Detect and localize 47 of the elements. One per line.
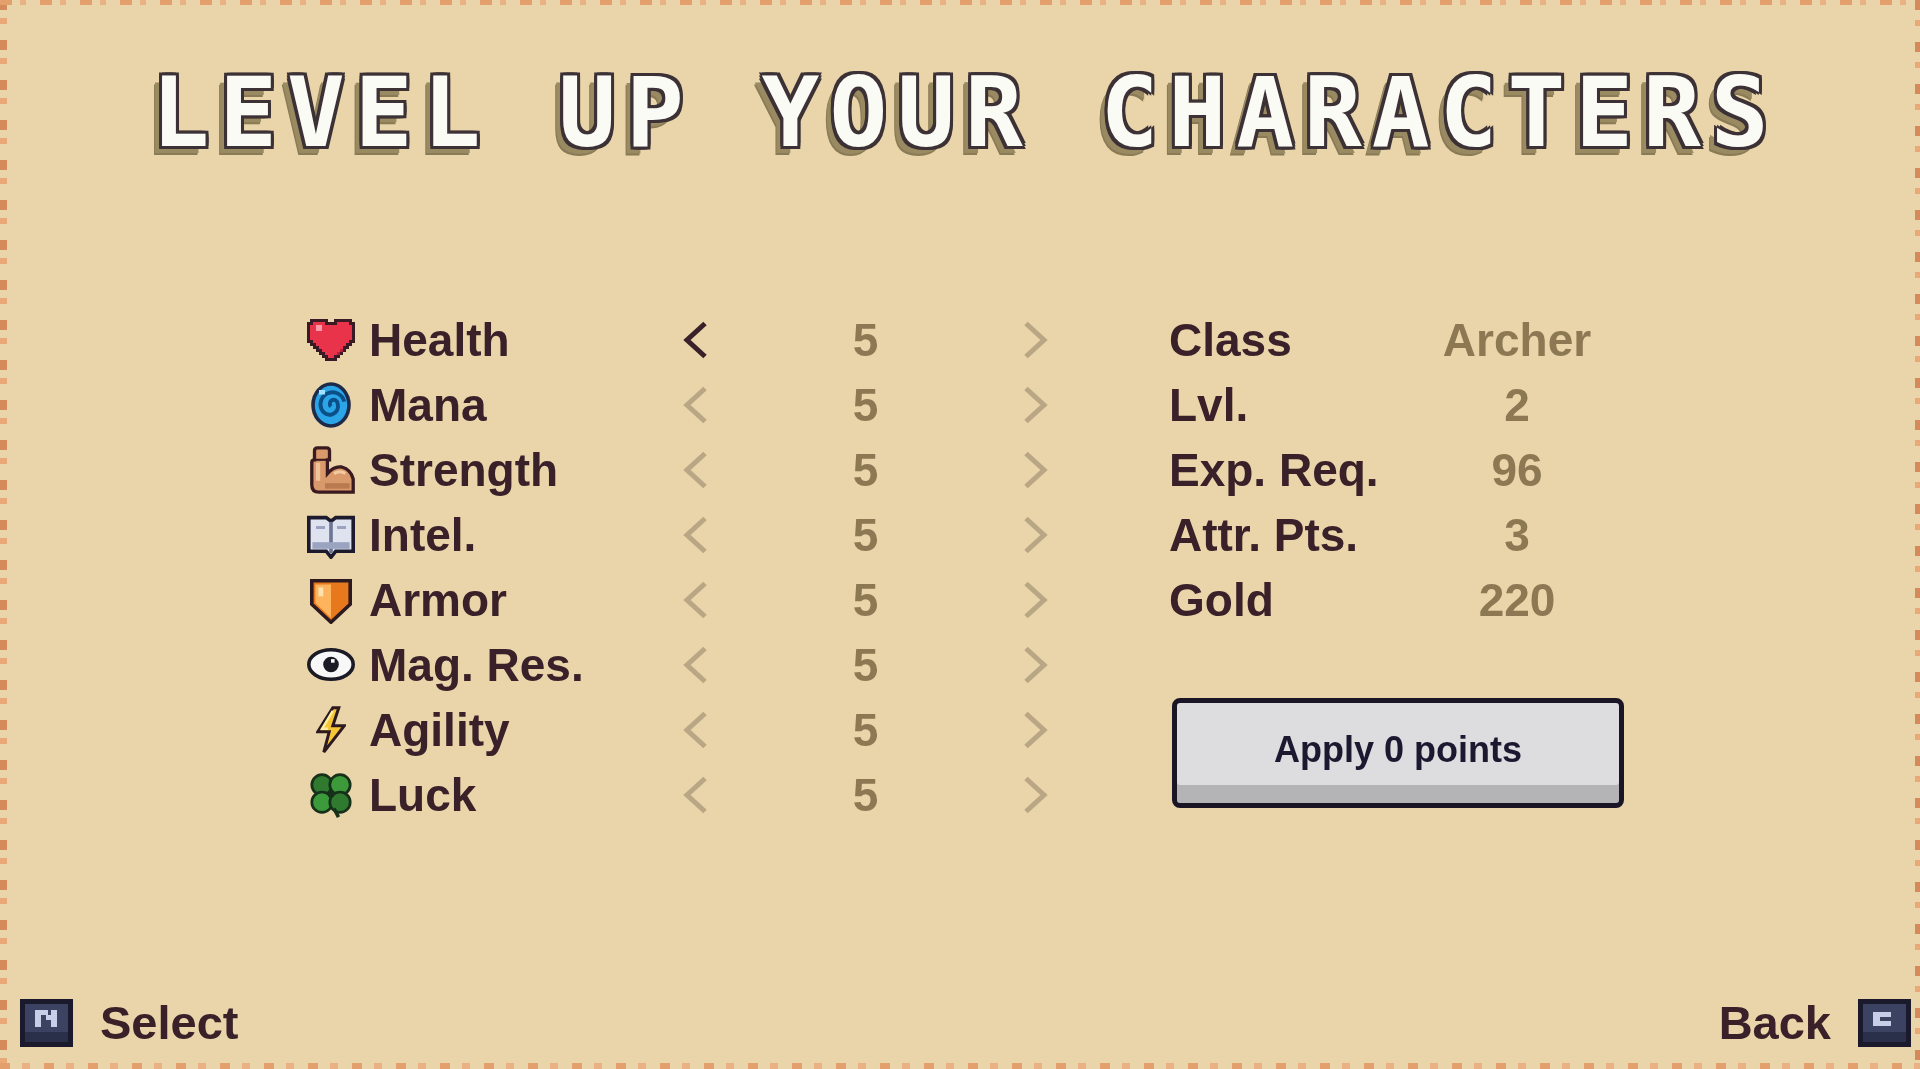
chevron-left-icon[interactable]	[682, 320, 708, 359]
info-value: 220	[1478, 572, 1556, 627]
apply-button[interactable]: Apply 0 points	[1172, 698, 1624, 808]
attribute-label: Armor	[369, 572, 508, 627]
info-value: 2	[1504, 377, 1530, 432]
chevron-right-icon[interactable]	[1023, 450, 1049, 489]
clover-icon	[309, 770, 353, 819]
attribute-label: Intel.	[369, 507, 477, 562]
lightning-icon	[316, 705, 346, 754]
chevron-right-icon[interactable]	[1023, 645, 1049, 684]
heart-icon	[307, 318, 355, 361]
attribute-value: 5	[852, 637, 879, 692]
attribute-value: 5	[852, 572, 879, 627]
chevron-right-icon[interactable]	[1023, 385, 1049, 424]
eye-icon	[307, 648, 355, 681]
keycap-icon	[20, 998, 73, 1047]
chevron-right-icon[interactable]	[1023, 710, 1049, 749]
chevron-right-icon[interactable]	[1023, 320, 1049, 359]
attribute-label: Health	[369, 312, 510, 367]
chevron-right-icon[interactable]	[1023, 775, 1049, 814]
chevron-right-icon[interactable]	[1023, 515, 1049, 554]
info-value: 3	[1504, 507, 1530, 562]
info-label: Class	[1169, 312, 1292, 367]
attribute-value: 5	[852, 312, 879, 367]
attribute-value: 5	[852, 702, 879, 757]
info-label: Gold	[1169, 572, 1274, 627]
info-label: Lvl.	[1169, 377, 1249, 432]
flexed-arm-icon	[307, 445, 355, 494]
attribute-label: Mana	[369, 377, 487, 432]
attribute-label: Agility	[369, 702, 510, 757]
attribute-value: 5	[852, 442, 879, 497]
info-label: Attr. Pts.	[1169, 507, 1359, 562]
attribute-value: 5	[852, 507, 879, 562]
attribute-label: Strength	[369, 442, 559, 497]
attribute-label: Mag. Res.	[369, 637, 584, 692]
title-text: LEVEL UP YOUR CHARACTERS	[150, 65, 1779, 161]
attribute-label: Luck	[369, 767, 477, 822]
hint-label: Select	[100, 995, 239, 1050]
info-label: Exp. Req.	[1169, 442, 1379, 497]
attribute-value: 5	[852, 377, 879, 432]
swirl-icon	[309, 380, 353, 429]
hint-label: Back	[1718, 995, 1831, 1050]
chevron-right-icon[interactable]	[1023, 580, 1049, 619]
attribute-value: 5	[852, 767, 879, 822]
info-value: Archer	[1442, 312, 1592, 367]
keycap-icon	[1858, 998, 1911, 1047]
info-value: 96	[1491, 442, 1543, 497]
